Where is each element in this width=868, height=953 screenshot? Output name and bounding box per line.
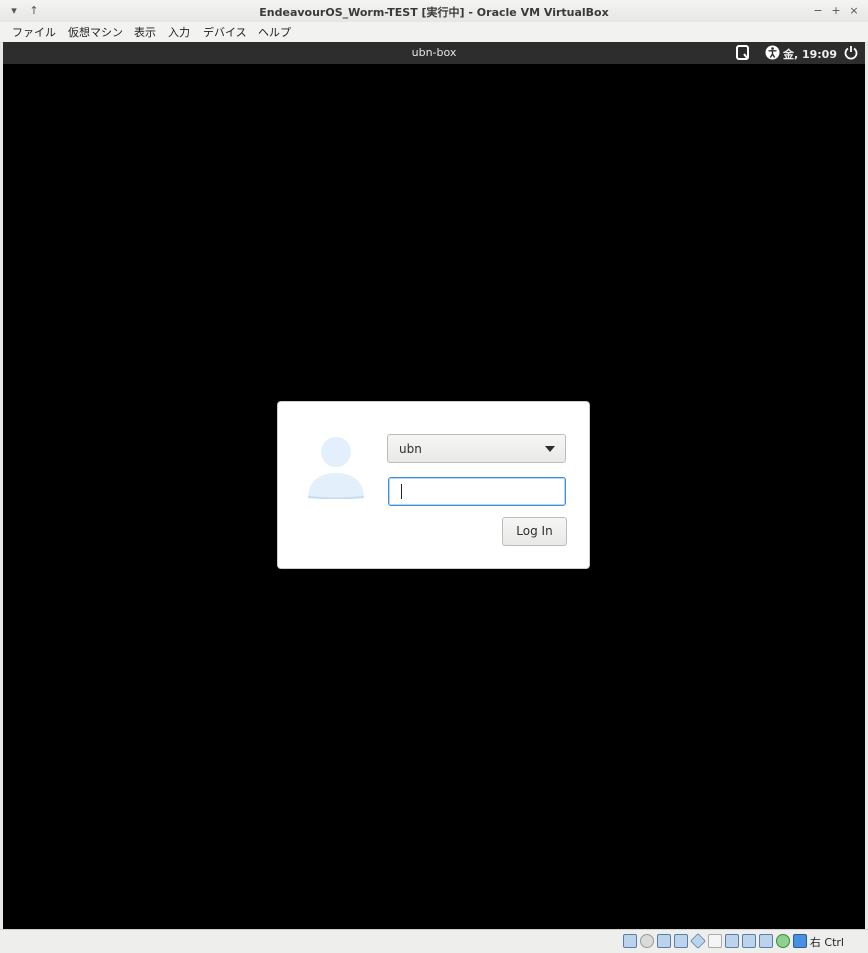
- shared-folders-icon[interactable]: [708, 934, 722, 948]
- cpu-icon[interactable]: [776, 934, 790, 948]
- accessibility-icon[interactable]: [765, 45, 780, 60]
- login-button[interactable]: Log In: [502, 517, 567, 546]
- menu-file[interactable]: ファイル: [12, 24, 56, 40]
- window-titlebar: ▾ ↑ EndeavourOS_Worm-TEST [実行中] - Oracle…: [0, 0, 868, 23]
- audio-icon[interactable]: [657, 934, 671, 948]
- user-select-dropdown[interactable]: ubn: [387, 434, 566, 463]
- menu-view[interactable]: 表示: [134, 24, 156, 40]
- keyboard-layout-icon[interactable]: [736, 45, 750, 61]
- text-cursor: [401, 484, 402, 499]
- menu-devices[interactable]: デバイス: [203, 24, 247, 40]
- power-icon[interactable]: [844, 45, 858, 60]
- menu-bar: ファイル 仮想マシン 表示 入力 デバイス ヘルプ: [0, 22, 868, 43]
- recording-icon[interactable]: [759, 934, 773, 948]
- window-title: EndeavourOS_Worm-TEST [実行中] - Oracle VM …: [259, 6, 609, 19]
- usb-icon[interactable]: [690, 933, 706, 949]
- host-key-label: 右 Ctrl: [809, 936, 844, 949]
- hard-disk-icon[interactable]: [623, 934, 637, 948]
- video-capture-icon[interactable]: [742, 934, 756, 948]
- mouse-integration-icon[interactable]: [793, 934, 807, 948]
- user-avatar-icon: [307, 437, 365, 499]
- guest-top-panel: ubn-box 金, 19:09: [3, 42, 865, 64]
- optical-drive-icon[interactable]: [640, 934, 654, 948]
- guest-screen[interactable]: ubn-box 金, 19:09 ubn Log In: [3, 42, 865, 929]
- menu-input[interactable]: 入力: [168, 24, 190, 40]
- password-input[interactable]: [388, 477, 566, 506]
- close-button[interactable]: ×: [846, 3, 862, 19]
- selected-user: ubn: [399, 442, 422, 456]
- menu-help[interactable]: ヘルプ: [258, 24, 291, 40]
- clock[interactable]: 金, 19:09: [783, 46, 837, 62]
- chevron-down-icon: [545, 446, 555, 452]
- menu-machine[interactable]: 仮想マシン: [68, 24, 123, 40]
- network-icon[interactable]: [674, 934, 688, 948]
- login-dialog: ubn Log In: [278, 402, 589, 568]
- maximize-button[interactable]: +: [828, 3, 844, 19]
- status-bar: 右 Ctrl: [0, 929, 868, 953]
- display-icon[interactable]: [725, 934, 739, 948]
- minimize-button[interactable]: −: [810, 3, 826, 19]
